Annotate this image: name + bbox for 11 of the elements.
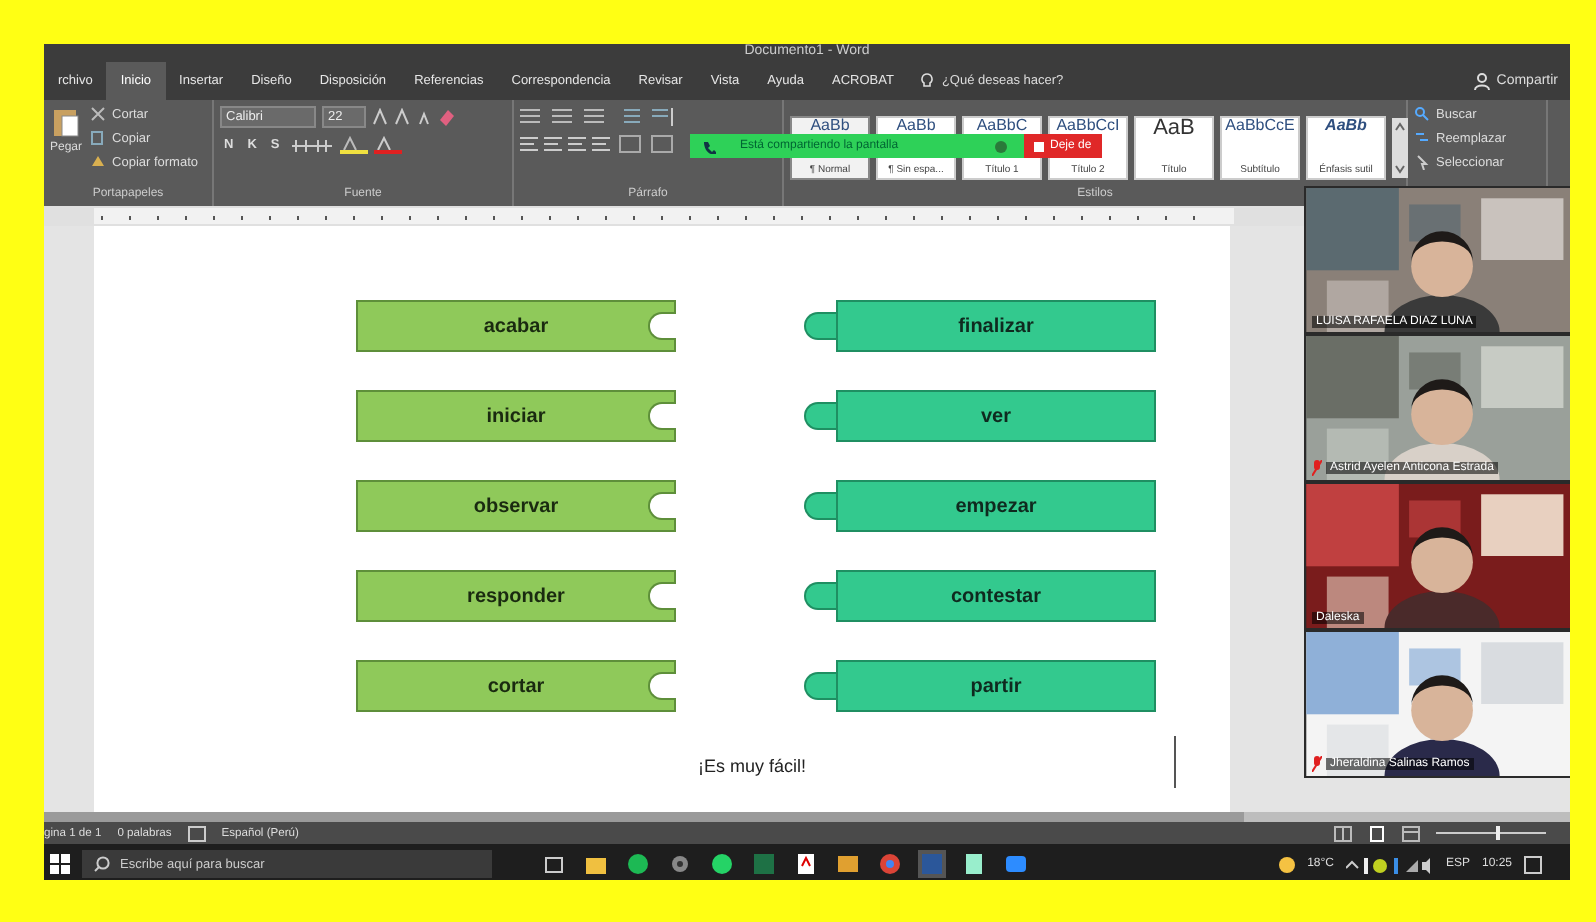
puzzle-piece: empezar (804, 480, 1156, 532)
puzzle-piece: ver (804, 390, 1156, 442)
puzzle-piece: cortar (356, 660, 676, 712)
puzzle-piece: contestar (804, 570, 1156, 622)
puzzle-piece: observar (356, 480, 676, 532)
puzzle-piece: partir (804, 660, 1156, 712)
puzzle-piece: iniciar (356, 390, 676, 442)
puzzle-piece: responder (356, 570, 676, 622)
footer-text: ¡Es muy fácil! (698, 756, 807, 776)
puzzle-piece: finalizar (804, 300, 1156, 352)
puzzle-piece: acabar (356, 300, 676, 352)
